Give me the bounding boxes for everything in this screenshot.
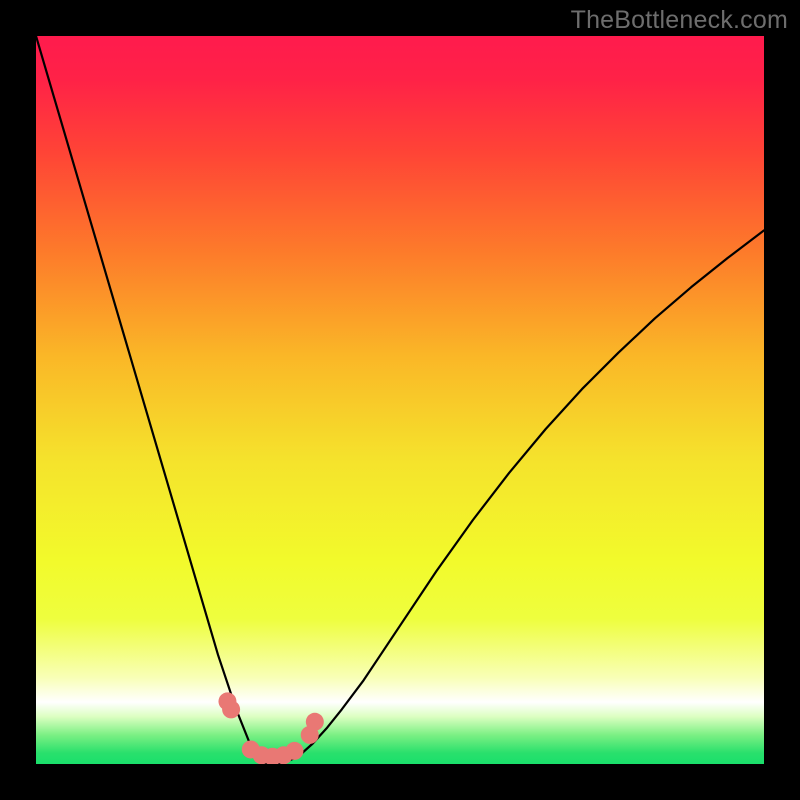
chart-svg <box>36 36 764 764</box>
marker-dot <box>222 700 240 718</box>
watermark-text: TheBottleneck.com <box>571 6 788 35</box>
chart-frame: TheBottleneck.com <box>0 0 800 800</box>
chart-background <box>36 36 764 764</box>
plot-area <box>36 36 764 764</box>
marker-dot <box>285 742 303 760</box>
marker-dot <box>306 713 324 731</box>
